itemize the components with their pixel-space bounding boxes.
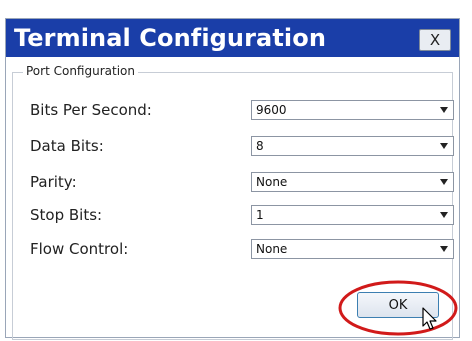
data-bits-select[interactable]: 8 [251,136,454,156]
chevron-down-icon [440,212,448,218]
close-icon: X [429,30,441,49]
select-value: None [256,242,288,256]
terminal-configuration-dialog: Terminal Configuration X Port Configurat… [5,18,460,340]
bits-per-second-label: Bits Per Second: [30,101,152,119]
select-value: 8 [256,139,264,153]
highlight-circle [338,280,458,336]
title-bar: Terminal Configuration X [6,19,459,57]
stop-bits-select[interactable]: 1 [251,205,454,225]
close-button[interactable]: X [419,29,451,51]
chevron-down-icon [440,246,448,252]
flow-control-label: Flow Control: [30,240,129,258]
select-value: 1 [256,208,264,222]
parity-label: Parity: [30,173,77,191]
chevron-down-icon [440,107,448,113]
flow-control-select[interactable]: None [251,239,454,259]
chevron-down-icon [440,179,448,185]
select-value: 9600 [256,103,287,117]
dialog-title: Terminal Configuration [14,24,327,52]
chevron-down-icon [440,143,448,149]
group-label: Port Configuration [23,64,138,78]
stop-bits-label: Stop Bits: [30,206,103,224]
data-bits-label: Data Bits: [30,137,104,155]
select-value: None [256,175,288,189]
mouse-cursor-icon [422,307,437,330]
parity-select[interactable]: None [251,172,454,192]
bits-per-second-select[interactable]: 9600 [251,100,454,120]
